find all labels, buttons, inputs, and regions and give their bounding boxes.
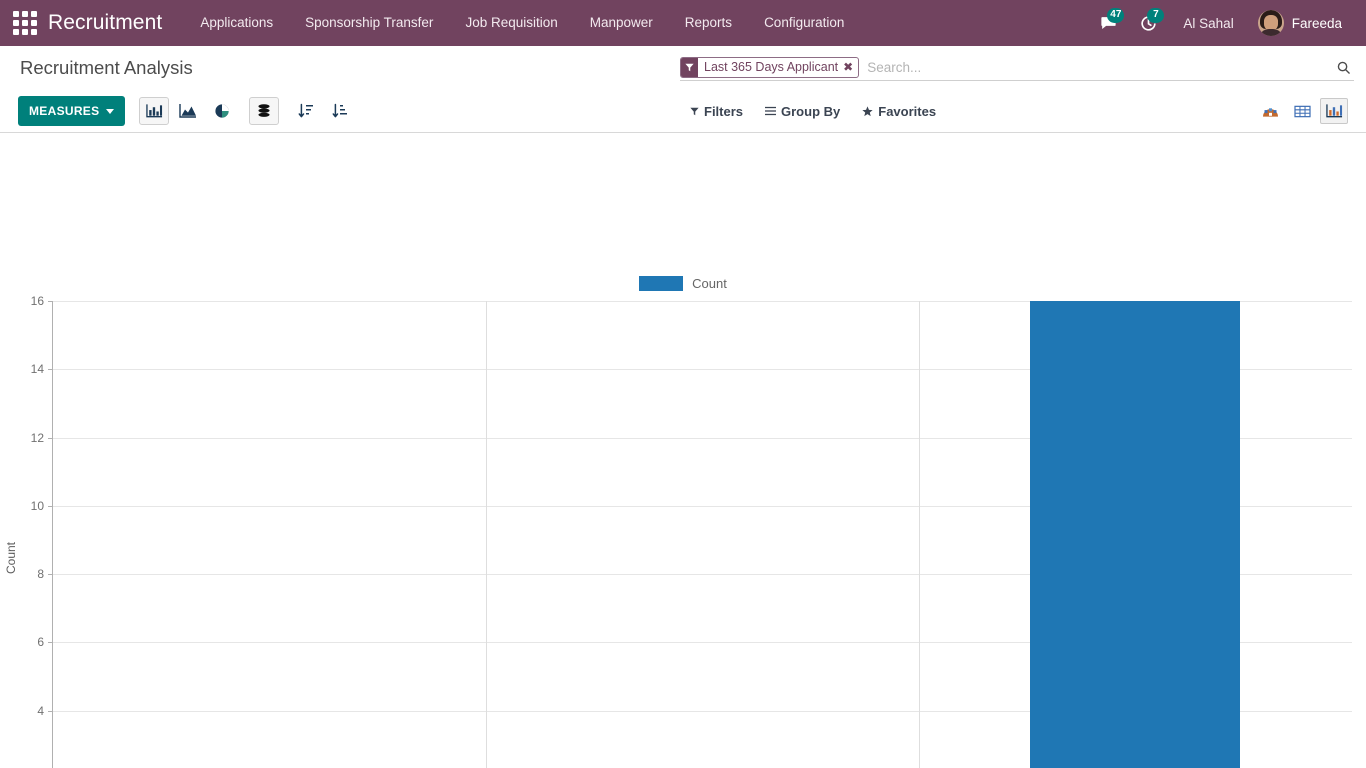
hamburger-icon xyxy=(765,106,777,116)
favorites-label: Favorites xyxy=(878,103,937,119)
graph-view-icon[interactable] xyxy=(1320,98,1348,124)
menu-item-applications[interactable]: Applications xyxy=(184,0,289,46)
apps-grid-cell xyxy=(31,11,37,17)
apps-grid-cell xyxy=(31,29,37,35)
search-view: Last 365 Days Applicant ✖ xyxy=(680,55,1354,81)
sort-ascending-icon[interactable] xyxy=(325,97,355,125)
navbar-right-tools: 47 7 Al Sahal Fareeda xyxy=(1091,8,1356,38)
measures-button[interactable]: MEASURES xyxy=(18,96,126,126)
view-switcher xyxy=(1256,98,1348,124)
control-panel: Recruitment Analysis Last 365 Days Appli… xyxy=(0,46,1366,133)
apps-grid-cell xyxy=(13,11,19,17)
page-title: Recruitment Analysis xyxy=(20,57,193,78)
avatar-body xyxy=(1258,29,1283,36)
messages-count-badge: 47 xyxy=(1107,8,1125,23)
sort-descending-icon[interactable] xyxy=(291,97,321,125)
y-axis-title: Count xyxy=(4,541,18,574)
y-axis-tick: 10 xyxy=(31,499,54,513)
apps-grid-cell xyxy=(22,29,28,35)
chart-type-toolbar xyxy=(139,97,359,125)
star-icon xyxy=(862,105,873,116)
chart-legend: Count xyxy=(0,276,1366,291)
search-input[interactable] xyxy=(859,56,1328,79)
menu-item-configuration[interactable]: Configuration xyxy=(748,0,860,46)
search-icon[interactable] xyxy=(1332,57,1354,79)
control-panel-top-row: Recruitment Analysis Last 365 Days Appli… xyxy=(0,46,1366,90)
filter-funnel-icon xyxy=(690,107,699,115)
avatar xyxy=(1257,10,1284,36)
group-by-dropdown[interactable]: Group By xyxy=(765,104,840,119)
y-axis-tick: 4 xyxy=(37,704,53,718)
pie-chart-icon[interactable] xyxy=(207,97,237,125)
main-menu: Applications Sponsorship Transfer Job Re… xyxy=(184,0,860,46)
username-label: Fareeda xyxy=(1291,15,1342,31)
messages-icon[interactable]: 47 xyxy=(1091,8,1125,38)
close-icon[interactable]: ✖ xyxy=(843,58,858,77)
app-brand-title[interactable]: Recruitment xyxy=(48,11,162,35)
group-by-label: Group By xyxy=(781,103,841,119)
activities-count-badge: 7 xyxy=(1147,8,1165,23)
search-facet[interactable]: Last 365 Days Applicant ✖ xyxy=(680,57,860,78)
chart-category-divider xyxy=(919,301,920,768)
filters-label: Filters xyxy=(704,103,744,119)
filter-funnel-icon[interactable] xyxy=(681,58,698,77)
apps-grid-cell xyxy=(13,20,19,26)
apps-grid-cell xyxy=(31,20,37,26)
menu-item-reports[interactable]: Reports xyxy=(669,0,748,46)
activity-clock-icon[interactable]: 7 xyxy=(1131,8,1165,38)
search-facet-label: Last 365 Days Applicant xyxy=(704,60,839,74)
chevron-down-icon xyxy=(106,108,115,114)
dashboard-view-icon[interactable] xyxy=(1256,98,1284,124)
y-axis-tick: 6 xyxy=(37,635,53,649)
legend-label-count: Count xyxy=(692,276,727,291)
plot-area: 0246810121416February 2022March 2022Apri… xyxy=(31,294,1352,768)
list-view-icon[interactable] xyxy=(1288,98,1316,124)
bar-chart-icon[interactable] xyxy=(139,97,170,125)
apps-grid-cell xyxy=(22,20,28,26)
y-axis-tick: 8 xyxy=(37,567,53,581)
menu-item-job-requisition[interactable]: Job Requisition xyxy=(449,0,573,46)
line-chart-icon[interactable] xyxy=(173,97,203,125)
menu-item-sponsorship-transfer[interactable]: Sponsorship Transfer xyxy=(289,0,449,46)
y-axis-tick: 14 xyxy=(31,362,54,376)
filters-dropdown[interactable]: Filters xyxy=(690,104,743,119)
y-axis-tick: 12 xyxy=(31,431,54,445)
legend-swatch-count[interactable] xyxy=(639,276,684,291)
measures-button-label: MEASURES xyxy=(29,104,100,118)
apps-grid-cell xyxy=(13,29,19,35)
top-navbar: Recruitment Applications Sponsorship Tra… xyxy=(0,0,1366,46)
chart-category-divider xyxy=(486,301,487,768)
stacked-icon[interactable] xyxy=(249,97,280,125)
graph-view: Count Count 0246810121416February 2022Ma… xyxy=(0,133,1366,768)
company-switcher[interactable]: Al Sahal xyxy=(1171,16,1245,31)
user-menu[interactable]: Fareeda xyxy=(1252,10,1348,36)
apps-grid-cell xyxy=(22,11,28,17)
control-panel-bottom-row: MEASURES Filters Group By Favorites xyxy=(0,90,1366,132)
y-axis-tick: 16 xyxy=(31,294,54,308)
apps-grid-icon[interactable] xyxy=(12,10,38,36)
chart-bar[interactable] xyxy=(1030,301,1241,768)
menu-item-manpower[interactable]: Manpower xyxy=(574,0,669,46)
search-dropdown-toggles: Filters Group By Favorites xyxy=(690,104,936,119)
favorites-dropdown[interactable]: Favorites xyxy=(862,104,936,119)
